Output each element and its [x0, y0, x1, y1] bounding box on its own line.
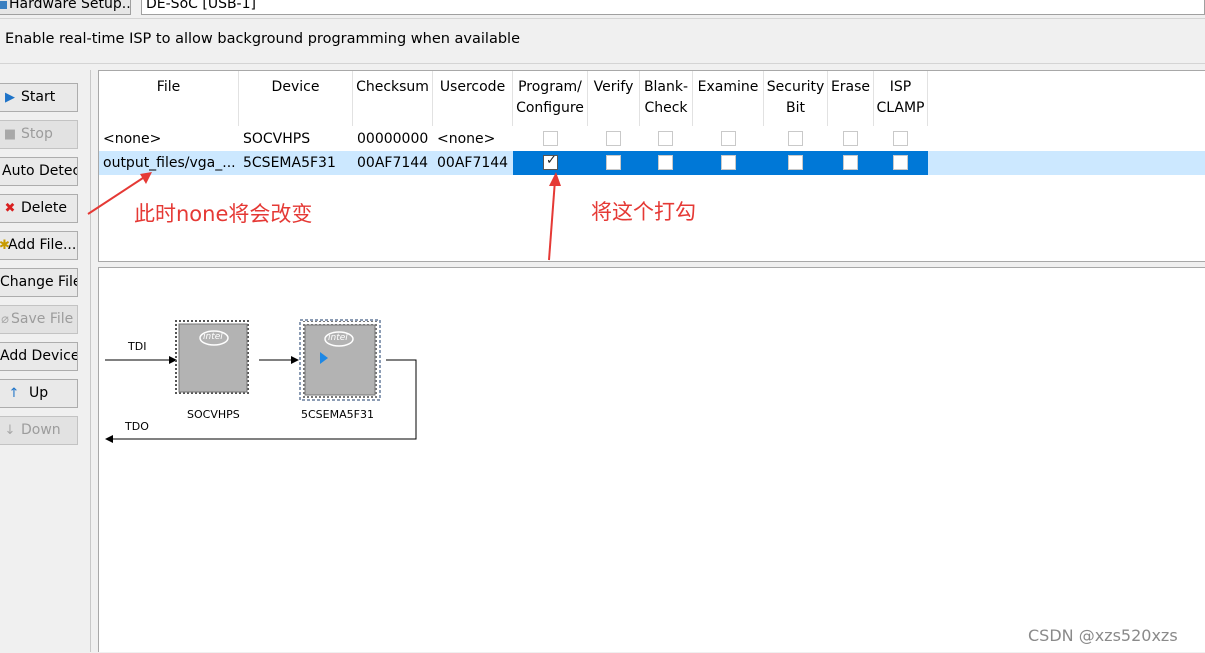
header-erase[interactable]: Erase	[828, 71, 874, 126]
header-security-bit[interactable]: Security Bit	[764, 71, 828, 126]
security-bit-checkbox[interactable]	[788, 131, 803, 146]
header-file[interactable]: File	[99, 71, 239, 126]
button-column: ▶ Start ■ Stop Auto Detec ✖ Delete ✱Add Fil…	[0, 70, 91, 652]
add-device-label: Add Device	[0, 348, 78, 364]
top-bar: Hardware Setup... DE-SoC [USB-1]	[0, 0, 1205, 18]
erase-checkbox[interactable]	[843, 131, 858, 146]
add-device-button[interactable]: Add Device	[0, 342, 78, 371]
stop-button[interactable]: ■ Stop	[0, 120, 78, 149]
annotation-left: 此时none将会改变	[134, 202, 313, 226]
down-arrow-icon: ↓	[4, 423, 16, 438]
examine-checkbox[interactable]	[721, 155, 736, 170]
device-table: File Device Checksum Usercode Program/ C…	[98, 70, 1205, 262]
cell-file: output_files/vga_...	[103, 155, 236, 171]
cell-usercode: 00AF7144	[437, 155, 509, 171]
cell-checksum: 00AF7144	[357, 155, 429, 171]
add-file-icon: ✱	[0, 238, 10, 253]
header-security-line2: Bit	[786, 100, 805, 116]
down-button[interactable]: ↓ Down	[0, 416, 78, 445]
header-checksum[interactable]: Checksum	[353, 71, 433, 126]
tdi-label: TDI	[128, 340, 147, 353]
blank-check-checkbox[interactable]	[658, 155, 673, 170]
play-icon: ▶	[5, 90, 15, 105]
cell-device: 5CSEMA5F31	[243, 155, 336, 171]
check-icon: ✓	[546, 153, 557, 168]
verify-checkbox[interactable]	[606, 131, 621, 146]
security-bit-checkbox[interactable]	[788, 155, 803, 170]
header-verify[interactable]: Verify	[588, 71, 640, 126]
auto-detect-button[interactable]: Auto Detec	[0, 157, 78, 186]
change-file-label: Change File	[0, 274, 78, 290]
delete-x-icon: ✖	[4, 201, 16, 216]
cell-file: <none>	[103, 131, 162, 147]
up-button[interactable]: ↑ Up	[0, 379, 78, 408]
start-button[interactable]: ▶ Start	[0, 83, 78, 112]
divider	[0, 18, 1205, 19]
blank-check-checkbox[interactable]	[658, 131, 673, 146]
chip-5csema5f31[interactable]	[299, 319, 381, 401]
erase-checkbox[interactable]	[843, 155, 858, 170]
header-examine[interactable]: Examine	[693, 71, 764, 126]
header-program-configure[interactable]: Program/ Configure	[513, 71, 588, 126]
header-isp-clamp[interactable]: ISP CLAMP	[874, 71, 928, 126]
header-usercode[interactable]: Usercode	[433, 71, 513, 126]
up-arrow-icon: ↑	[8, 386, 20, 401]
hardware-icon	[0, 1, 7, 9]
save-file-label: Save File	[11, 311, 74, 327]
save-file-button[interactable]: ⌀ Save File	[0, 305, 78, 334]
tdo-label: TDO	[125, 420, 149, 433]
chain-diagram	[105, 319, 417, 443]
header-program-line1: Program/	[518, 79, 582, 95]
annotation-right: 将这个打勾	[591, 200, 696, 224]
hardware-field: DE-SoC [USB-1]	[141, 0, 1205, 15]
delete-label: Delete	[21, 200, 67, 216]
program-checkbox[interactable]	[543, 131, 558, 146]
hardware-setup-label: Hardware Setup...	[9, 0, 131, 12]
cell-device: SOCVHPS	[243, 131, 311, 147]
chip-name-label: 5CSEMA5F31	[301, 408, 374, 421]
header-blank-check[interactable]: Blank- Check	[640, 71, 693, 126]
up-label: Up	[29, 385, 49, 401]
header-isp-line1: ISP	[889, 79, 912, 95]
cell-usercode: <none>	[437, 131, 496, 147]
auto-detect-label: Auto Detec	[2, 163, 78, 179]
chip-name-label: SOCVHPS	[187, 408, 240, 421]
start-label: Start	[21, 89, 56, 105]
change-file-button[interactable]: Change File	[0, 268, 78, 297]
isp-option-text: Enable real-time ISP to allow background…	[5, 31, 520, 47]
intel-logo-text: intel	[328, 333, 348, 343]
header-blank-line2: Check	[644, 100, 688, 116]
save-icon: ⌀	[1, 312, 9, 327]
intel-logo-text: intel	[203, 332, 223, 342]
verify-checkbox[interactable]	[606, 155, 621, 170]
stop-label: Stop	[21, 126, 53, 142]
header-security-line1: Security	[766, 79, 825, 95]
isp-clamp-checkbox[interactable]	[893, 155, 908, 170]
add-file-button[interactable]: ✱Add File...	[0, 231, 78, 260]
header-isp-line2: CLAMP	[876, 100, 925, 116]
cell-checksum: 00000000	[357, 131, 429, 147]
header-device[interactable]: Device	[239, 71, 353, 126]
watermark: CSDN @xzs520xzs	[1028, 626, 1178, 645]
add-file-label: Add File...	[8, 237, 77, 253]
hardware-setup-button[interactable]: Hardware Setup...	[0, 0, 131, 15]
program-checkbox-checked[interactable]: ✓	[543, 153, 558, 170]
header-blank-line1: Blank-	[643, 79, 689, 95]
divider	[0, 63, 1205, 64]
header-program-line2: Configure	[516, 100, 584, 116]
delete-button[interactable]: ✖ Delete	[0, 194, 78, 223]
jtag-chain-panel: TDI TDO SOCVHPS 5CSEMA5F31 intel intel	[98, 267, 1205, 652]
stop-icon: ■	[3, 127, 17, 142]
down-label: Down	[21, 422, 61, 438]
examine-checkbox[interactable]	[721, 131, 736, 146]
isp-clamp-checkbox[interactable]	[893, 131, 908, 146]
